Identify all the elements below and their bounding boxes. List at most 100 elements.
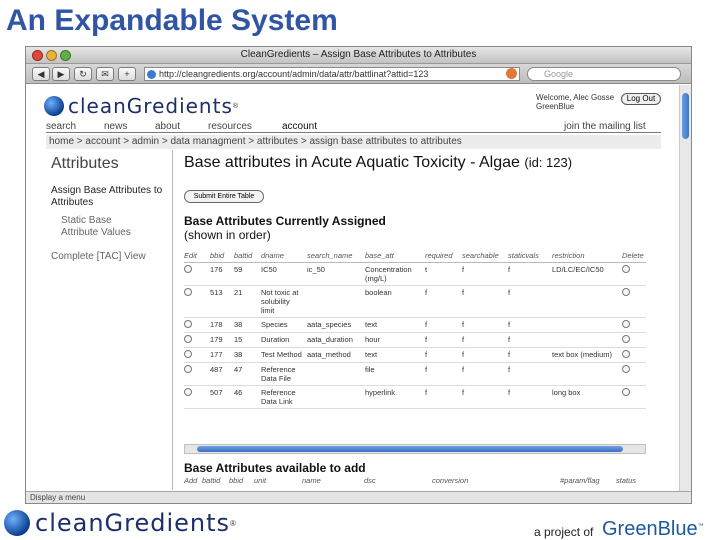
sidebar-item-static[interactable]: Static Base Attribute Values bbox=[61, 215, 151, 239]
dname-cell: IC50 bbox=[261, 262, 307, 286]
edit-cell bbox=[184, 385, 210, 409]
battid-cell: 59 bbox=[234, 262, 261, 286]
nav-account[interactable]: account bbox=[282, 121, 317, 132]
avail-col-status: status bbox=[616, 476, 637, 485]
add-bookmark-button[interactable]: + bbox=[118, 67, 136, 81]
project-of-label: a project of bbox=[534, 525, 594, 539]
user-info: Welcome, Alec Gosse GreenBlue bbox=[536, 93, 614, 111]
breadcrumb: home > account > admin > data managment … bbox=[46, 135, 661, 149]
delete-radio[interactable] bbox=[622, 349, 630, 358]
delete-radio[interactable] bbox=[622, 364, 630, 373]
join-mailing-list-link[interactable]: join the mailing list bbox=[564, 121, 646, 132]
edit-radio[interactable] bbox=[184, 319, 192, 328]
staticvals-cell: f bbox=[508, 332, 552, 348]
forward-button[interactable]: ▶ bbox=[52, 67, 70, 81]
edit-radio[interactable] bbox=[184, 364, 192, 373]
col-base-att: base_att bbox=[365, 250, 425, 263]
horizontal-scrollbar[interactable] bbox=[184, 444, 646, 454]
address-bar[interactable]: http://cleangredients.org/account/admin/… bbox=[144, 67, 520, 81]
reload-button[interactable]: ↻ bbox=[74, 67, 92, 81]
required-cell: f bbox=[425, 362, 462, 386]
edit-radio[interactable] bbox=[184, 287, 192, 296]
col-edit: Edit bbox=[184, 250, 210, 263]
vertical-scrollbar[interactable] bbox=[679, 85, 691, 493]
delete-radio[interactable] bbox=[622, 319, 630, 328]
staticvals-cell: f bbox=[508, 362, 552, 386]
required-cell: f bbox=[425, 332, 462, 348]
restriction-cell bbox=[552, 332, 622, 348]
nav-resources[interactable]: resources bbox=[208, 121, 252, 132]
avail-col-param: #param/flag bbox=[560, 476, 600, 485]
delete-radio[interactable] bbox=[622, 387, 630, 396]
bbid-cell: 513 bbox=[210, 285, 234, 318]
col-restriction: restriction bbox=[552, 250, 622, 263]
staticvals-cell: f bbox=[508, 317, 552, 333]
nav-about[interactable]: about bbox=[155, 121, 180, 132]
nav-news[interactable]: news bbox=[104, 121, 127, 132]
table-row: 176 59 IC50 ic_50 Concentration (mg/L) t f f LD/… bbox=[184, 262, 646, 286]
submit-table-button[interactable]: Submit Entire Table bbox=[184, 190, 264, 203]
page-title-text: Base attributes in Acute Aquatic Toxicit… bbox=[184, 154, 520, 171]
greenblue-brand: GreenBlue™ bbox=[602, 518, 704, 540]
sidebar-item-complete[interactable]: Complete [TAC] View bbox=[51, 251, 181, 262]
avail-col-unit: unit bbox=[254, 476, 267, 485]
mail-button[interactable]: ✉ bbox=[96, 67, 114, 81]
table-row: 177 38 Test Method aata_method text f f f text b… bbox=[184, 347, 646, 363]
logo-sphere-icon bbox=[44, 96, 64, 116]
searchable-cell: f bbox=[462, 317, 508, 333]
staticvals-cell: f bbox=[508, 347, 552, 363]
search-name-cell: ic_50 bbox=[307, 262, 365, 286]
browser-toolbar: ◀ ▶ ↻ ✉ + http://cleangredients.org/acco… bbox=[26, 64, 691, 84]
delete-radio[interactable] bbox=[622, 264, 630, 273]
edit-radio[interactable] bbox=[184, 264, 192, 273]
edit-radio[interactable] bbox=[184, 349, 192, 358]
bbid-cell: 176 bbox=[210, 262, 234, 286]
base-att-cell: text bbox=[365, 347, 425, 363]
table-header-row: Edit bbid battid dname search_name base_… bbox=[184, 250, 646, 263]
footer-logo: cleanGredients ® bbox=[4, 509, 236, 537]
avail-col-dsc: dsc bbox=[364, 476, 376, 485]
rss-icon[interactable] bbox=[506, 68, 517, 79]
page-viewport: cleanGredients ® Welcome, Alec Gosse Gre… bbox=[26, 85, 681, 493]
site-logo[interactable]: cleanGredients ® bbox=[44, 94, 238, 118]
dname-cell: Test Method bbox=[261, 347, 307, 363]
search-placeholder: Google bbox=[544, 69, 574, 79]
dname-cell: Reference Data Link bbox=[261, 385, 307, 409]
nav-search[interactable]: search bbox=[46, 121, 76, 132]
col-delete: Delete bbox=[622, 250, 646, 263]
site-logo-mark: ® bbox=[232, 102, 239, 110]
restriction-cell: text box (medium) bbox=[552, 347, 622, 363]
edit-cell bbox=[184, 285, 210, 318]
column-divider bbox=[172, 150, 173, 490]
edit-radio[interactable] bbox=[184, 334, 192, 343]
horizontal-scroll-thumb[interactable] bbox=[197, 446, 623, 452]
restriction-cell bbox=[552, 362, 622, 386]
available-section-title: Base Attributes available to add bbox=[184, 461, 366, 475]
bbid-cell: 487 bbox=[210, 362, 234, 386]
assigned-attributes-table: Edit bbid battid dname search_name base_… bbox=[184, 250, 646, 409]
edit-radio[interactable] bbox=[184, 387, 192, 396]
battid-cell: 38 bbox=[234, 317, 261, 333]
searchable-cell: f bbox=[462, 385, 508, 409]
base-att-cell: text bbox=[365, 317, 425, 333]
edit-cell bbox=[184, 362, 210, 386]
base-att-cell: hour bbox=[365, 332, 425, 348]
vertical-scroll-thumb[interactable] bbox=[682, 93, 689, 139]
url-text: http://cleangredients.org/account/admin/… bbox=[159, 69, 429, 79]
logout-button[interactable]: Log Out bbox=[621, 93, 661, 105]
delete-radio[interactable] bbox=[622, 287, 630, 296]
delete-radio[interactable] bbox=[622, 334, 630, 343]
searchable-cell: f bbox=[462, 362, 508, 386]
avail-col-battid: battid bbox=[202, 476, 221, 485]
required-cell: f bbox=[425, 347, 462, 363]
sidebar-item-assign[interactable]: Assign Base Attributes to Attributes bbox=[51, 185, 163, 209]
staticvals-cell: f bbox=[508, 285, 552, 318]
footer-logo-mark: ® bbox=[230, 518, 236, 528]
bbid-cell: 177 bbox=[210, 347, 234, 363]
avail-col-conversion: conversion bbox=[432, 476, 469, 485]
back-button[interactable]: ◀ bbox=[32, 67, 50, 81]
battid-cell: 15 bbox=[234, 332, 261, 348]
search-name-cell: aata_method bbox=[307, 347, 365, 363]
greenblue-brand-text: GreenBlue bbox=[602, 518, 698, 540]
search-input[interactable]: Google bbox=[527, 67, 681, 81]
